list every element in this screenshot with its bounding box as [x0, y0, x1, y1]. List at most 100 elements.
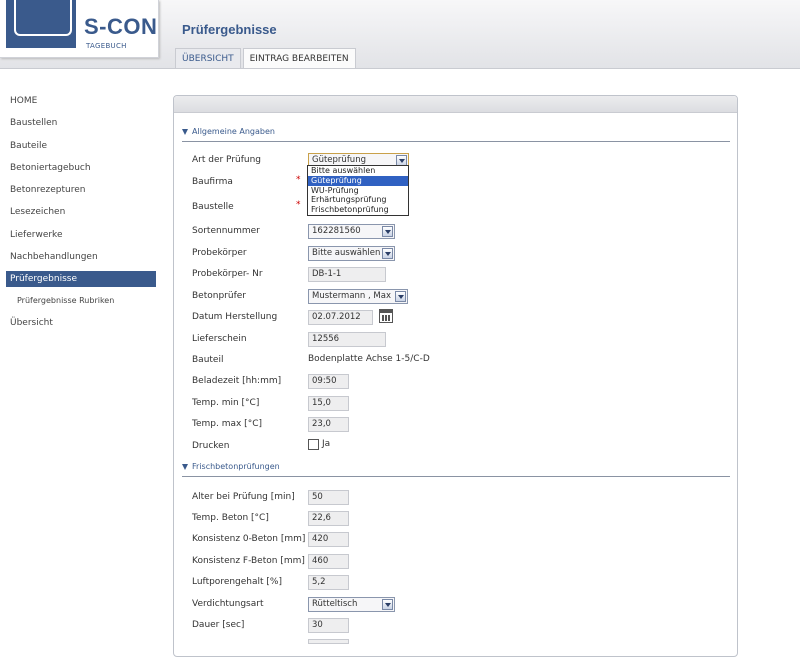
sidebar-item-bauteile[interactable]: Bauteile — [0, 135, 160, 157]
temp-max-input[interactable]: 23,0 — [308, 417, 349, 432]
row-bauteil: Bauteil Bodenplatte Achse 1-5/C-D — [192, 353, 732, 369]
field-label: Temp. min [°C] — [192, 398, 260, 408]
art-dropdown-list[interactable]: Bitte auswählen Güteprüfung WU-Prüfung E… — [307, 165, 409, 216]
section-general[interactable]: Allgemeine Angaben — [182, 127, 730, 142]
temp-min-input[interactable]: 15,0 — [308, 396, 349, 411]
field-label: Bauteil — [192, 355, 224, 365]
dropdown-option[interactable]: Erhärtungsprüfung — [308, 195, 408, 205]
field-label: Dauer [sec] — [192, 620, 245, 630]
row-drucken: Drucken Ja — [192, 439, 732, 455]
drucken-checkbox[interactable] — [308, 439, 319, 450]
sidebar: HOME Baustellen Bauteile Betoniertagebuc… — [0, 90, 160, 335]
field-label: Sortennummer — [192, 226, 260, 236]
required-marker: * — [296, 175, 301, 185]
dropdown-option[interactable]: Bitte auswählen — [308, 166, 408, 176]
page-title: Prüfergebnisse — [182, 22, 277, 37]
row-alter: Alter bei Prüfung [min] 50 — [192, 490, 732, 506]
logo-mark-icon — [6, 0, 76, 48]
tab-edit-entry[interactable]: EINTRAG BEARBEITEN — [242, 48, 356, 68]
dauer-input[interactable]: 30 — [308, 618, 349, 633]
field-label: Konsistenz F-Beton [mm] — [192, 556, 305, 566]
select-value: Bitte auswählen — [312, 248, 381, 258]
sidebar-item-uebersicht[interactable]: Übersicht — [0, 312, 160, 334]
probekoerper-nr-input[interactable]: DB-1-1 — [308, 267, 386, 282]
row-dauer: Dauer [sec] 30 — [192, 618, 732, 634]
chevron-down-icon[interactable] — [395, 291, 406, 302]
field-label: Datum Herstellung — [192, 312, 278, 322]
row-lieferschein: Lieferschein 12556 — [192, 332, 732, 348]
field-label: Luftporengehalt [%] — [192, 577, 282, 587]
luftporen-input[interactable]: 5,2 — [308, 575, 349, 590]
tab-overview[interactable]: ÜBERSICHT — [175, 48, 241, 68]
field-label: Temp. max [°C] — [192, 419, 262, 429]
lieferschein-input[interactable]: 12556 — [308, 332, 386, 347]
betonpruefer-select[interactable]: Mustermann , Max — [308, 289, 408, 304]
row-beladezeit: Beladezeit [hh:mm] 09:50 — [192, 374, 732, 390]
collapse-triangle-icon[interactable] — [182, 128, 188, 135]
sidebar-item-home[interactable]: HOME — [0, 90, 160, 112]
select-value: Mustermann , Max — [312, 291, 391, 301]
sidebar-item-baustellen[interactable]: Baustellen — [0, 112, 160, 134]
temp-beton-input[interactable]: 22,6 — [308, 511, 349, 526]
row-betonpruefer: Betonprüfer Mustermann , Max — [192, 289, 732, 305]
field-label: Lieferschein — [192, 334, 247, 344]
konsistenz-f-input[interactable]: 460 — [308, 554, 349, 569]
row-probekoerper: Probekörper Bitte auswählen — [192, 246, 732, 262]
sidebar-item-pruefergebnisse-rubriken[interactable]: Prüfergebnisse Rubriken — [0, 290, 160, 312]
field-label: Betonprüfer — [192, 291, 246, 301]
dropdown-option[interactable]: Frischbetonprüfung — [308, 205, 408, 215]
tab-bar: ÜBERSICHT EINTRAG BEARBEITEN — [175, 48, 356, 68]
panel-header — [174, 96, 737, 113]
field-label: Temp. Beton [°C] — [192, 513, 269, 523]
collapse-triangle-icon[interactable] — [182, 463, 188, 470]
row-datum: Datum Herstellung 02.07.2012 — [192, 309, 732, 326]
section-title: Frischbetonprüfungen — [192, 462, 280, 471]
select-value: Rütteltisch — [312, 599, 358, 609]
sidebar-item-pruefergebnisse[interactable]: Prüfergebnisse — [6, 271, 156, 288]
probekoerper-select[interactable]: Bitte auswählen — [308, 246, 395, 261]
sidebar-item-betoniertagebuch[interactable]: Betoniertagebuch — [0, 157, 160, 179]
row-temp-min: Temp. min [°C] 15,0 — [192, 396, 732, 412]
sidebar-item-betonrezepturen[interactable]: Betonrezepturen — [0, 179, 160, 201]
field-label: Verdichtungsart — [192, 599, 264, 609]
field-label: Alter bei Prüfung [min] — [192, 492, 295, 502]
chevron-down-icon[interactable] — [382, 226, 393, 237]
row-art: Art der Prüfung Güteprüfung — [192, 153, 732, 169]
form-panel: Allgemeine Angaben Art der Prüfung Gütep… — [173, 95, 738, 657]
field-label: Probekörper- Nr — [192, 269, 263, 279]
field-label: Probekörper — [192, 248, 247, 258]
sidebar-item-nachbehandlungen[interactable]: Nachbehandlungen — [0, 246, 160, 268]
sidebar-item-lesezeichen[interactable]: Lesezeichen — [0, 201, 160, 223]
field-label: Beladezeit [hh:mm] — [192, 376, 282, 386]
field-label: Art der Prüfung — [192, 155, 262, 165]
dropdown-option-selected[interactable]: Güteprüfung — [308, 175, 408, 186]
dropdown-option[interactable]: WU-Prüfung — [308, 186, 408, 196]
select-value: 162281560 — [312, 226, 361, 236]
chevron-down-icon[interactable] — [382, 248, 393, 259]
calendar-icon[interactable] — [379, 309, 393, 323]
row-konsistenz-f: Konsistenz F-Beton [mm] 460 — [192, 554, 732, 570]
row-probekoerper-nr: Probekörper- Nr DB-1-1 — [192, 267, 732, 283]
beladezeit-input[interactable]: 09:50 — [308, 374, 349, 389]
sidebar-item-lieferwerke[interactable]: Lieferwerke — [0, 224, 160, 246]
datum-input[interactable]: 02.07.2012 — [308, 310, 373, 325]
required-marker: * — [296, 200, 301, 210]
row-baustelle: Baustelle * — [192, 200, 732, 216]
logo[interactable]: S-CON TAGEBUCH — [0, 0, 159, 58]
alter-input[interactable]: 50 — [308, 490, 349, 505]
field-label: Baufirma — [192, 177, 233, 187]
chevron-down-icon[interactable] — [382, 599, 393, 610]
sortennummer-select[interactable]: 162281560 — [308, 224, 395, 239]
row-baufirma: Baufirma * — [192, 175, 732, 191]
checkbox-label: Ja — [322, 439, 331, 449]
row-luftporen: Luftporengehalt [%] 5,2 — [192, 575, 732, 591]
row-verdichtungsart: Verdichtungsart Rütteltisch — [192, 597, 732, 613]
row-temp-beton: Temp. Beton [°C] 22,6 — [192, 511, 732, 527]
konsistenz-o-input[interactable]: 420 — [308, 532, 349, 547]
row-sortennummer: Sortennummer 162281560 — [192, 224, 732, 240]
verdichtungsart-select[interactable]: Rütteltisch — [308, 597, 395, 612]
section-fresh[interactable]: Frischbetonprüfungen — [182, 462, 730, 477]
logo-text: S-CON — [84, 14, 158, 39]
row-next-partial — [192, 639, 732, 655]
section-title: Allgemeine Angaben — [192, 127, 275, 136]
